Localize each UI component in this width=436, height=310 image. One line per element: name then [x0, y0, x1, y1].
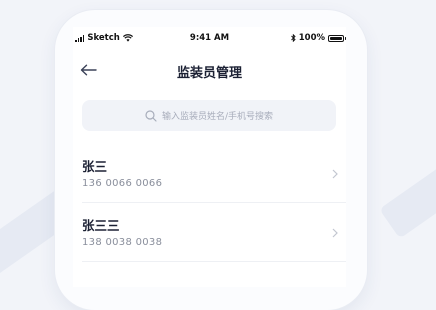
divider	[82, 202, 346, 203]
search-icon	[145, 109, 157, 122]
search-placeholder: 输入监装员姓名/手机号搜索	[161, 112, 274, 122]
list-item[interactable]: 张三三 138 0038 0038	[82, 215, 338, 267]
bluetooth-icon	[290, 34, 296, 42]
status-bar: Sketch 9:41 AM 100%	[73, 33, 346, 45]
background-stripe	[379, 117, 436, 239]
status-right: 100%	[290, 33, 346, 43]
inspector-phone: 138 0038 0038	[82, 237, 163, 248]
inspector-name: 张三	[82, 159, 108, 174]
navigation-bar: 监装员管理	[73, 55, 346, 85]
page-title: 监装员管理	[176, 66, 242, 81]
inspector-phone: 136 0066 0066	[82, 178, 163, 189]
list-item[interactable]: 张三 136 0066 0066	[82, 156, 338, 208]
app-screen: Sketch 9:41 AM 100% 监装员管理 输入监装员姓名/手机号搜索 …	[73, 27, 346, 287]
inspector-name: 张三三	[82, 218, 120, 233]
chevron-right-icon	[332, 169, 338, 179]
battery-percent: 100%	[298, 33, 325, 43]
chevron-right-icon	[332, 228, 338, 238]
search-input[interactable]: 输入监装员姓名/手机号搜索	[82, 100, 336, 131]
battery-icon	[328, 34, 346, 42]
divider	[82, 261, 346, 262]
